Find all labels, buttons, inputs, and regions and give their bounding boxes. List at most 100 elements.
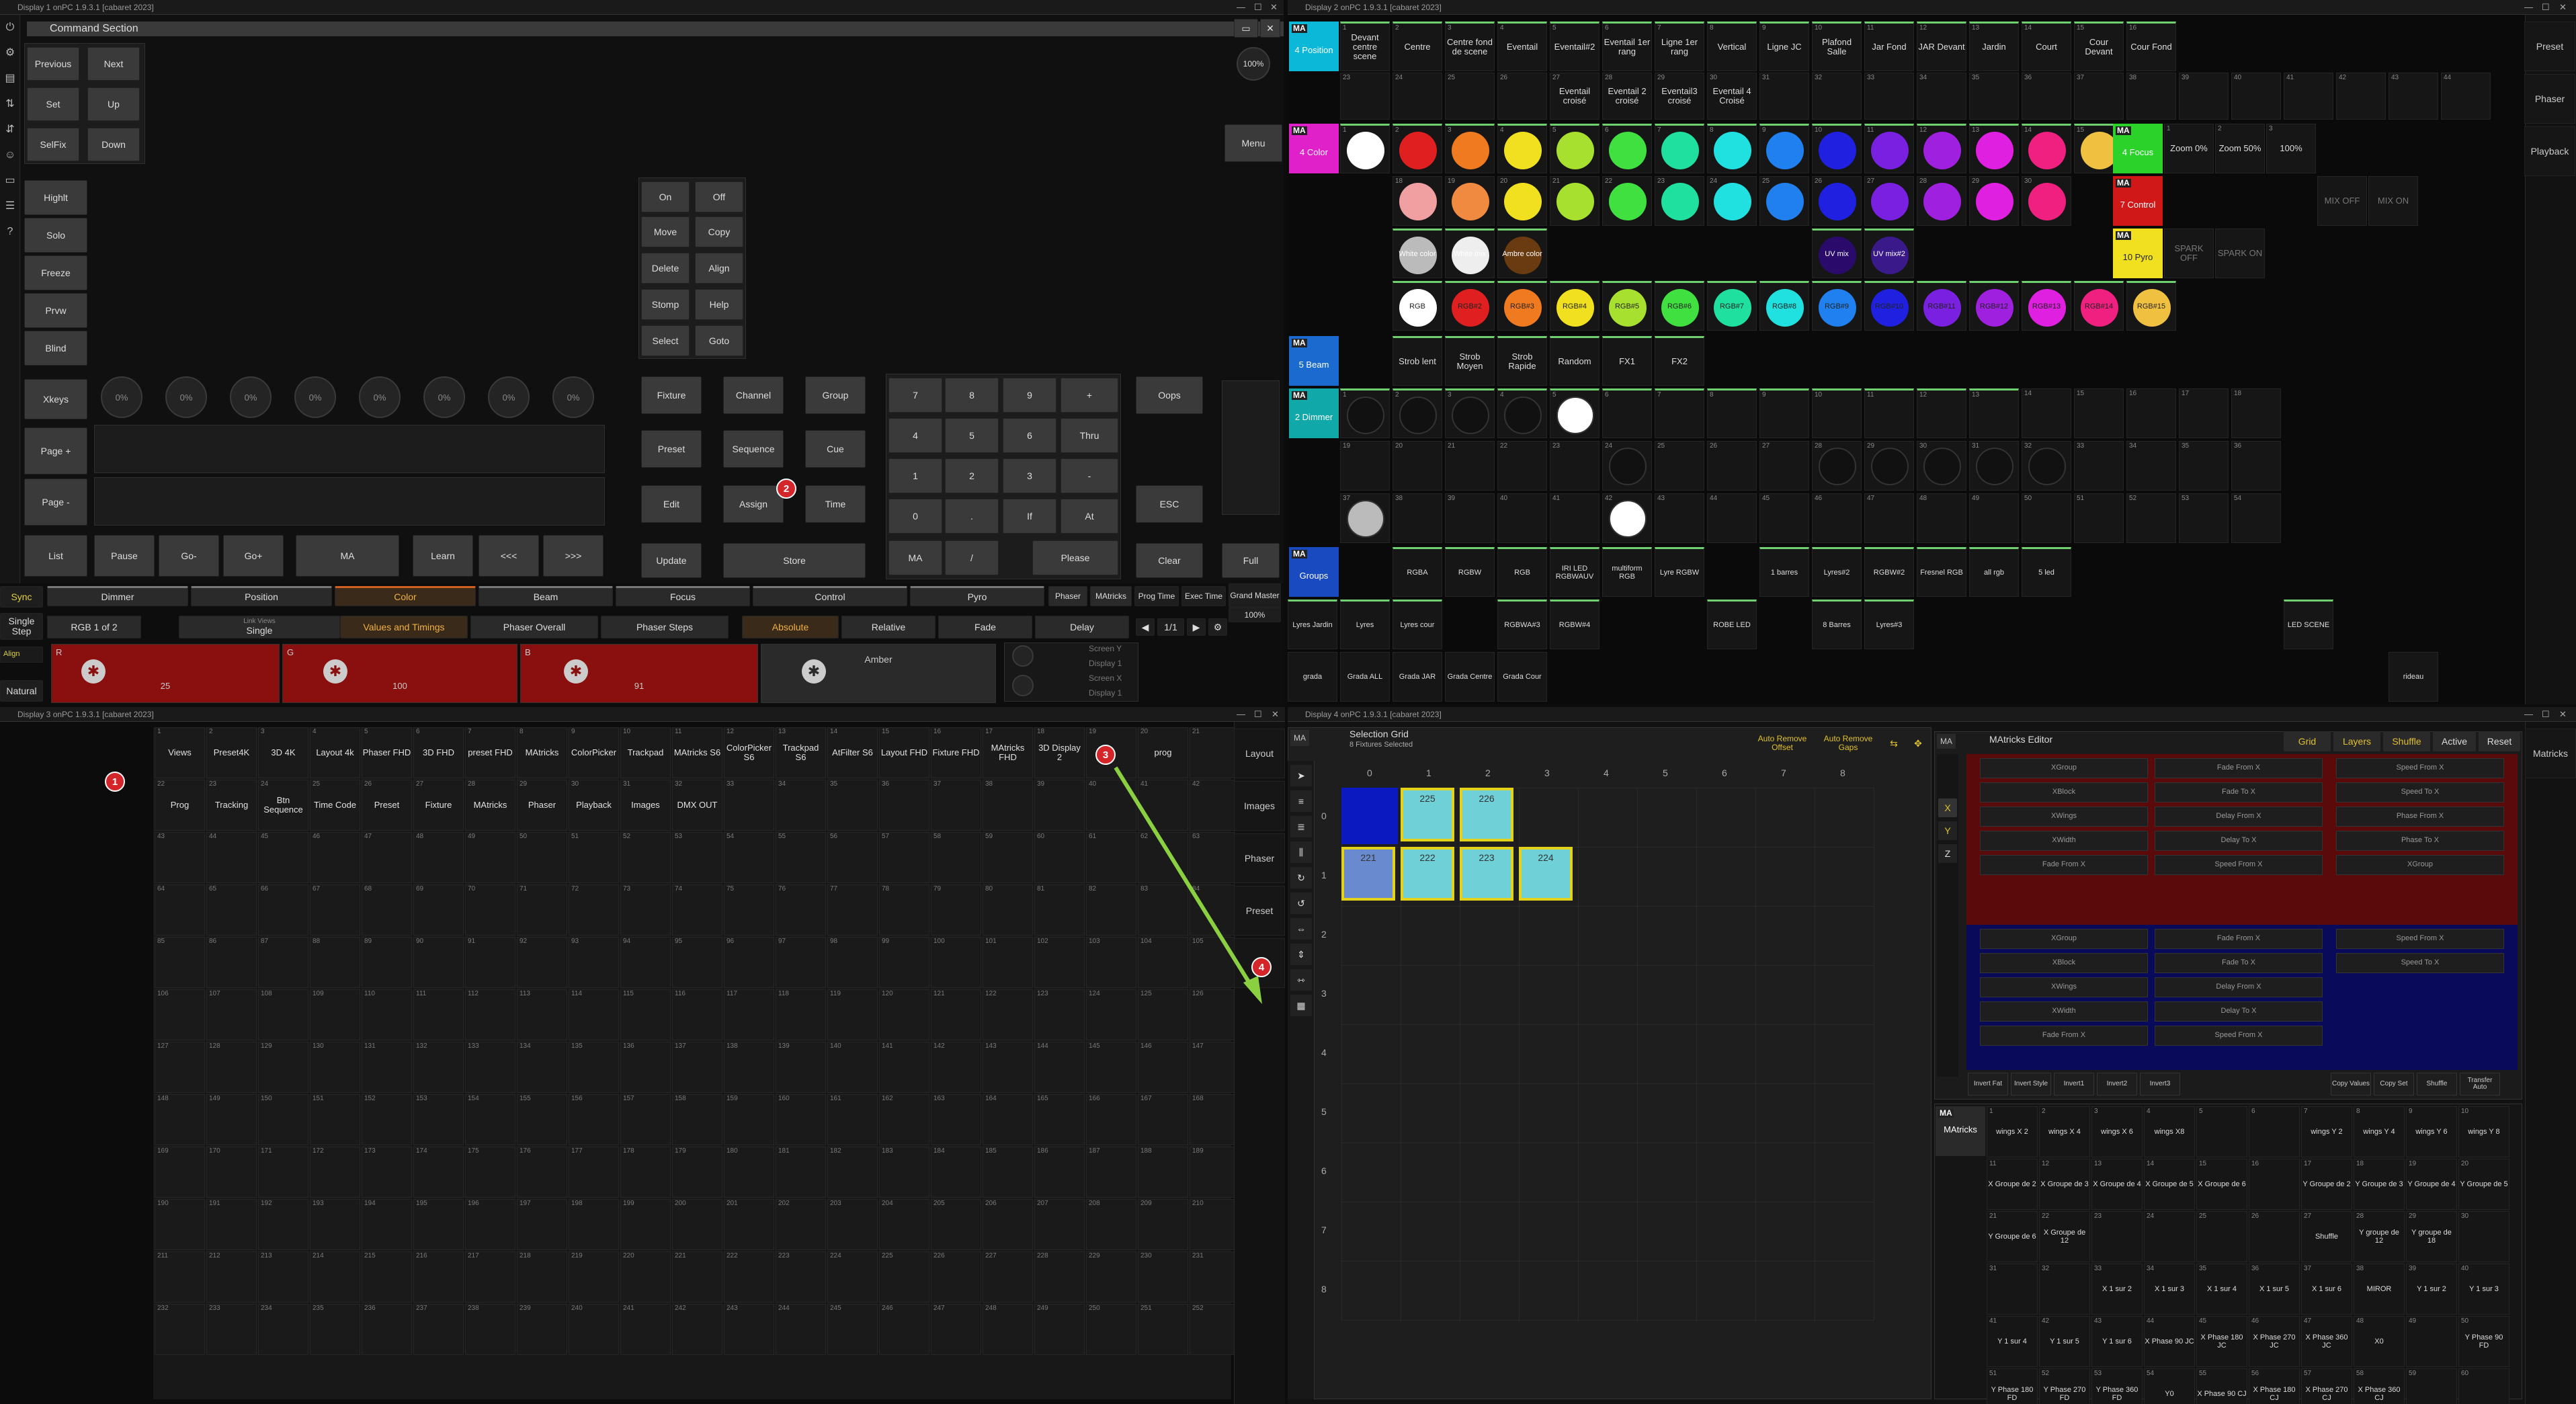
- view-button[interactable]: 1 Views: [155, 727, 205, 778]
- align-center-icon[interactable]: ≣: [1290, 816, 1312, 837]
- view-button[interactable]: 85: [155, 937, 205, 988]
- matricks-preset[interactable]: 37 X 1 sur 6: [2301, 1264, 2352, 1315]
- dimmer-preset[interactable]: 14: [2022, 388, 2071, 438]
- beam-preset[interactable]: Strob Rapide: [1497, 336, 1547, 386]
- view-button[interactable]: 11 MAtricks S6: [672, 727, 722, 778]
- axis-y-button[interactable]: Y: [1938, 821, 1957, 840]
- group-button[interactable]: Grada ALL: [1340, 652, 1390, 702]
- view-button[interactable]: 165: [1034, 1094, 1085, 1145]
- position-preset[interactable]: 42: [2336, 73, 2386, 120]
- dimmer-preset[interactable]: 35: [2179, 441, 2229, 491]
- view-button[interactable]: 130: [310, 1042, 360, 1093]
- view-button[interactable]: 43: [155, 832, 205, 883]
- view-button[interactable]: 37: [931, 780, 981, 831]
- view-button[interactable]: 91: [465, 937, 515, 988]
- select-button[interactable]: Select: [641, 325, 690, 356]
- view-button[interactable]: 148: [155, 1094, 205, 1145]
- color-preset[interactable]: White color: [1393, 229, 1442, 278]
- view-button[interactable]: 192: [258, 1199, 308, 1250]
- group-button[interactable]: Grada Cour: [1497, 652, 1547, 702]
- matricks-action-button[interactable]: Invert Fat: [1968, 1073, 2008, 1096]
- axis-x-button[interactable]: X: [1938, 798, 1957, 817]
- view-button[interactable]: 229: [1086, 1251, 1136, 1303]
- view-button[interactable]: 23 Tracking: [206, 780, 257, 831]
- view-button[interactable]: 32 DMX OUT: [672, 780, 722, 831]
- group-button[interactable]: all rgb: [1969, 547, 2019, 597]
- dimmer-preset[interactable]: 53: [2179, 493, 2229, 543]
- color-preset[interactable]: 22: [1602, 176, 1652, 226]
- position-preset[interactable]: 33: [1864, 73, 1914, 120]
- view-button[interactable]: 249: [1034, 1304, 1085, 1355]
- view-button[interactable]: 132: [413, 1042, 464, 1093]
- view-button[interactable]: 30 Playback: [569, 780, 619, 831]
- clear-button[interactable]: Clear: [1136, 543, 1203, 578]
- color-preset[interactable]: RGB#3: [1497, 281, 1547, 331]
- view-button[interactable]: 138: [724, 1042, 774, 1093]
- view-button[interactable]: 54: [724, 832, 774, 883]
- dimmer-preset[interactable]: 34: [2126, 441, 2176, 491]
- executor-row-1[interactable]: [94, 425, 605, 473]
- view-button[interactable]: 221: [672, 1251, 722, 1303]
- group-button[interactable]: grada: [1288, 652, 1337, 702]
- view-button[interactable]: 149: [206, 1094, 257, 1145]
- prvw-button[interactable]: Prvw: [24, 293, 87, 328]
- view-button[interactable]: 178: [620, 1147, 671, 1198]
- view-button[interactable]: 225: [879, 1251, 929, 1303]
- matricks-field[interactable]: XWings: [1980, 977, 2148, 997]
- phaser-view-button[interactable]: Phaser: [2524, 74, 2575, 124]
- view-button[interactable]: 242: [672, 1304, 722, 1355]
- view-button[interactable]: 195: [413, 1199, 464, 1250]
- view-button[interactable]: 99: [879, 937, 929, 988]
- auto-remove-offset-button[interactable]: Auto Remove Offset: [1750, 730, 1815, 757]
- matricks-field[interactable]: Delay From X: [2155, 807, 2323, 827]
- matricks-preset[interactable]: 26: [2249, 1211, 2300, 1262]
- view-button[interactable]: 117: [724, 989, 774, 1040]
- page-icon[interactable]: ▤: [0, 66, 20, 91]
- view-button[interactable]: 22 Prog: [155, 780, 205, 831]
- dimmer-preset[interactable]: 27: [1759, 441, 1809, 491]
- copy-button[interactable]: Copy: [695, 216, 743, 247]
- view-button[interactable]: 9 ColorPicker: [569, 727, 619, 778]
- view-button[interactable]: 211: [155, 1251, 205, 1303]
- view-button[interactable]: 76: [776, 884, 826, 936]
- color-preset[interactable]: RGB#7: [1707, 281, 1757, 331]
- solo-button[interactable]: Solo: [24, 218, 87, 253]
- view-button[interactable]: 154: [465, 1094, 515, 1145]
- dimmer-preset[interactable]: 39: [1445, 493, 1495, 543]
- align-button[interactable]: Align: [695, 253, 743, 284]
- position-preset[interactable]: 23: [1340, 73, 1390, 120]
- position-preset[interactable]: 35: [1969, 73, 2019, 120]
- position-preset[interactable]: 44: [2441, 73, 2491, 120]
- position-preset[interactable]: 10 Plafond Salle: [1812, 22, 1862, 71]
- matricks-preset[interactable]: 51 Y Phase 180 FD: [1987, 1368, 2038, 1404]
- matricks-preset[interactable]: 30: [2458, 1211, 2509, 1262]
- position-preset[interactable]: 9 Ligne JC: [1759, 22, 1809, 71]
- matricks-field[interactable]: Speed From X: [2155, 1026, 2323, 1046]
- view-button[interactable]: 36: [879, 780, 929, 831]
- view-button[interactable]: 48: [413, 832, 464, 883]
- view-button[interactable]: 67: [310, 884, 360, 936]
- tab-grid[interactable]: Grid: [2284, 731, 2331, 751]
- view-button[interactable]: 202: [776, 1199, 826, 1250]
- learn-button[interactable]: Learn: [413, 535, 473, 577]
- view-button[interactable]: 139: [776, 1042, 826, 1093]
- color-preset[interactable]: 24: [1707, 176, 1757, 226]
- view-button[interactable]: 181: [776, 1147, 826, 1198]
- matricks-preset[interactable]: 14 X Groupe de 5: [2144, 1159, 2195, 1210]
- numpad-0[interactable]: 0: [888, 499, 942, 534]
- dimmer-preset[interactable]: 30: [1917, 441, 1966, 491]
- matricks-preset[interactable]: 24: [2144, 1211, 2195, 1262]
- color-preset[interactable]: 5: [1550, 124, 1599, 173]
- at-button[interactable]: At: [1061, 499, 1118, 534]
- dimmer-preset[interactable]: 32: [2022, 441, 2071, 491]
- matricks-preset[interactable]: 55 X Phase 90 CJ: [2196, 1368, 2247, 1404]
- dimmer-preset[interactable]: 12: [1917, 388, 1966, 438]
- dimmer-preset[interactable]: 51: [2074, 493, 2124, 543]
- color-preset[interactable]: 28: [1917, 176, 1966, 226]
- view-button[interactable]: 151: [310, 1094, 360, 1145]
- view-button[interactable]: 179: [672, 1147, 722, 1198]
- matricks-preset[interactable]: 40 Y 1 sur 3: [2458, 1264, 2509, 1315]
- full-button[interactable]: Full: [1222, 543, 1280, 578]
- on-button[interactable]: On: [641, 181, 690, 212]
- view-button[interactable]: 133: [465, 1042, 515, 1093]
